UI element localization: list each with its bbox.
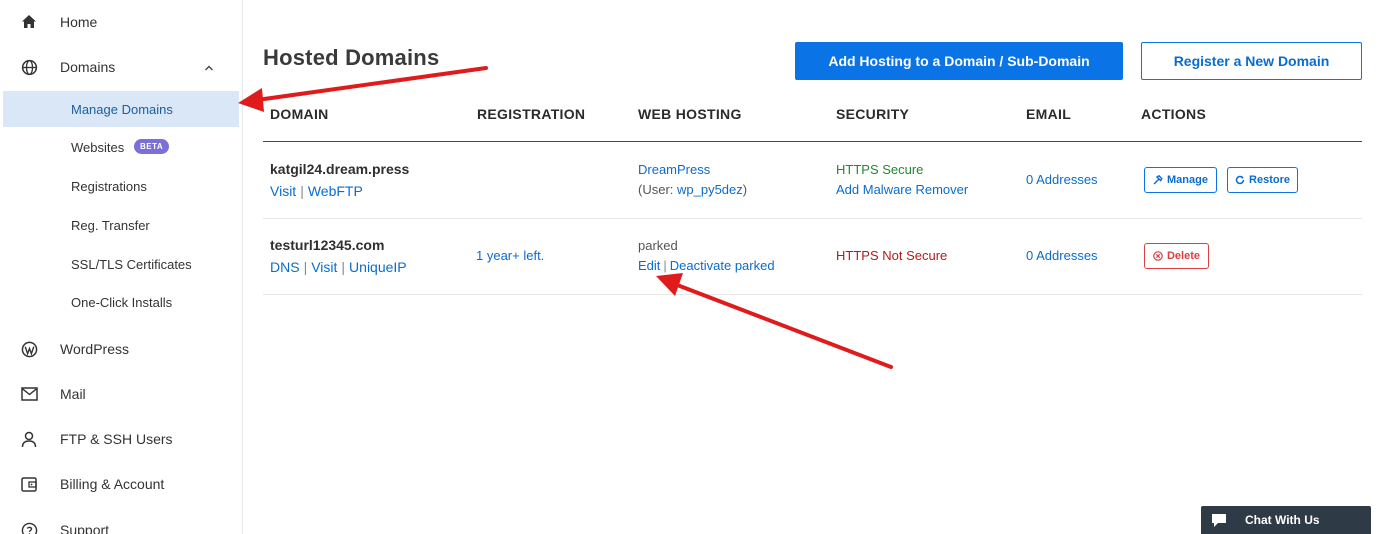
- column-header-actions: ACTIONS: [1141, 106, 1207, 122]
- main-content: Hosted Domains Add Hosting to a Domain /…: [244, 0, 1380, 534]
- separator: |: [663, 258, 667, 273]
- column-header-security: SECURITY: [836, 106, 910, 122]
- column-header-email: EMAIL: [1026, 106, 1072, 122]
- hosting-plan-link[interactable]: DreamPress: [638, 162, 710, 177]
- sidebar-subitem-label: Reg. Transfer: [71, 217, 150, 233]
- visit-link[interactable]: Visit: [270, 183, 296, 199]
- mail-icon: [20, 385, 38, 403]
- dns-link[interactable]: DNS: [270, 259, 300, 275]
- chat-bubble-icon: [1212, 514, 1226, 527]
- sidebar-item-domains[interactable]: Domains: [0, 47, 243, 87]
- domain-name: katgil24.dream.press: [270, 161, 410, 177]
- add-malware-remover-link[interactable]: Add Malware Remover: [836, 182, 968, 197]
- globe-icon: [20, 58, 38, 76]
- chat-label: Chat With Us: [1245, 513, 1320, 527]
- restore-label: Restore: [1249, 174, 1290, 186]
- register-domain-button[interactable]: Register a New Domain: [1141, 42, 1362, 80]
- sidebar-item-support[interactable]: Support: [0, 510, 243, 534]
- sidebar-subitem-websites[interactable]: Websites BETA: [3, 129, 239, 165]
- sidebar-item-mail[interactable]: Mail: [0, 374, 243, 414]
- delete-circle-icon: [1153, 251, 1163, 261]
- sidebar-subitem-label: Manage Domains: [71, 101, 173, 117]
- domain-name: testurl12345.com: [270, 237, 385, 253]
- sidebar-subitem-registrations[interactable]: Registrations: [3, 168, 239, 204]
- separator: |: [341, 259, 346, 275]
- sidebar-item-label: WordPress: [60, 341, 129, 357]
- header-divider: [263, 141, 1362, 142]
- hosting-user-prefix: (User:: [638, 182, 677, 197]
- beta-badge: BETA: [134, 139, 170, 154]
- separator: |: [300, 183, 304, 199]
- manage-button[interactable]: Manage: [1144, 167, 1217, 193]
- row-divider: [263, 294, 1362, 295]
- webftp-link[interactable]: WebFTP: [308, 183, 363, 199]
- sidebar-subitem-reg-transfer[interactable]: Reg. Transfer: [3, 207, 239, 243]
- user-icon: [20, 430, 38, 448]
- sidebar-item-label: Mail: [60, 386, 86, 402]
- registration-status-link[interactable]: 1 year+ left.: [476, 248, 544, 263]
- hosting-user-suffix: ): [742, 182, 748, 197]
- sidebar-subitem-label: Registrations: [71, 178, 147, 194]
- sidebar-item-label: Billing & Account: [60, 476, 165, 492]
- uniqueip-link[interactable]: UniqueIP: [349, 259, 407, 275]
- sidebar-item-ftp-ssh-users[interactable]: FTP & SSH Users: [0, 419, 243, 459]
- sidebar-item-label: Home: [60, 14, 98, 30]
- wallet-icon: [20, 475, 38, 493]
- deactivate-parked-link[interactable]: Deactivate parked: [670, 258, 775, 273]
- home-icon: [20, 13, 38, 31]
- sidebar: Home Domains Manage Domains Websites BET…: [0, 0, 243, 534]
- domain-links: Visit | WebFTP: [270, 183, 363, 199]
- edit-link[interactable]: Edit: [638, 258, 660, 273]
- sidebar-subitem-label: One-Click Installs: [71, 294, 173, 310]
- sidebar-subitem-label: SSL/TLS Certificates: [71, 256, 192, 272]
- visit-link[interactable]: Visit: [311, 259, 337, 275]
- separator: |: [303, 259, 308, 275]
- sidebar-item-label: Support: [60, 522, 110, 534]
- domain-links: DNS | Visit | UniqueIP: [270, 259, 407, 275]
- email-addresses-link[interactable]: 0 Addresses: [1026, 172, 1098, 187]
- add-hosting-button[interactable]: Add Hosting to a Domain / Sub-Domain: [795, 42, 1123, 80]
- column-header-domain: DOMAIN: [270, 106, 329, 122]
- help-icon: [20, 521, 38, 534]
- sidebar-subitem-label: Websites: [71, 139, 125, 155]
- wrench-icon: [1153, 175, 1163, 185]
- page-title: Hosted Domains: [263, 45, 440, 70]
- refresh-icon: [1235, 175, 1245, 185]
- sidebar-subitem-ssl-certificates[interactable]: SSL/TLS Certificates: [3, 246, 239, 282]
- column-header-registration: REGISTRATION: [477, 106, 586, 122]
- sidebar-subitem-one-click-installs[interactable]: One-Click Installs: [3, 284, 239, 320]
- email-addresses-link[interactable]: 0 Addresses: [1026, 248, 1098, 263]
- security-status: HTTPS Secure: [836, 162, 924, 177]
- hosting-status: parked: [638, 238, 678, 253]
- row-divider: [263, 218, 1362, 219]
- column-header-web-hosting: WEB HOSTING: [638, 106, 742, 122]
- sidebar-item-label: FTP & SSH Users: [60, 431, 173, 447]
- sidebar-item-label: Domains: [60, 59, 116, 75]
- restore-button[interactable]: Restore: [1227, 167, 1298, 193]
- sidebar-item-home[interactable]: Home: [0, 2, 243, 42]
- hosting-user: (User: wp_py5dez): [638, 182, 747, 197]
- app-root: Home Domains Manage Domains Websites BET…: [0, 0, 1380, 534]
- sidebar-item-billing-account[interactable]: Billing & Account: [0, 464, 243, 504]
- hosting-user-link[interactable]: wp_py5dez: [677, 182, 743, 197]
- sidebar-subitem-manage-domains[interactable]: Manage Domains: [3, 91, 239, 127]
- security-status: HTTPS Not Secure: [836, 248, 948, 263]
- delete-label: Delete: [1166, 250, 1201, 262]
- wordpress-icon: [20, 340, 38, 358]
- hosting-links: Edit | Deactivate parked: [638, 258, 775, 273]
- delete-button[interactable]: Delete: [1144, 243, 1209, 269]
- chat-with-us-button[interactable]: Chat With Us: [1201, 506, 1371, 534]
- chevron-up-icon[interactable]: [203, 61, 215, 73]
- sidebar-item-wordpress[interactable]: WordPress: [0, 329, 243, 369]
- manage-label: Manage: [1167, 174, 1208, 186]
